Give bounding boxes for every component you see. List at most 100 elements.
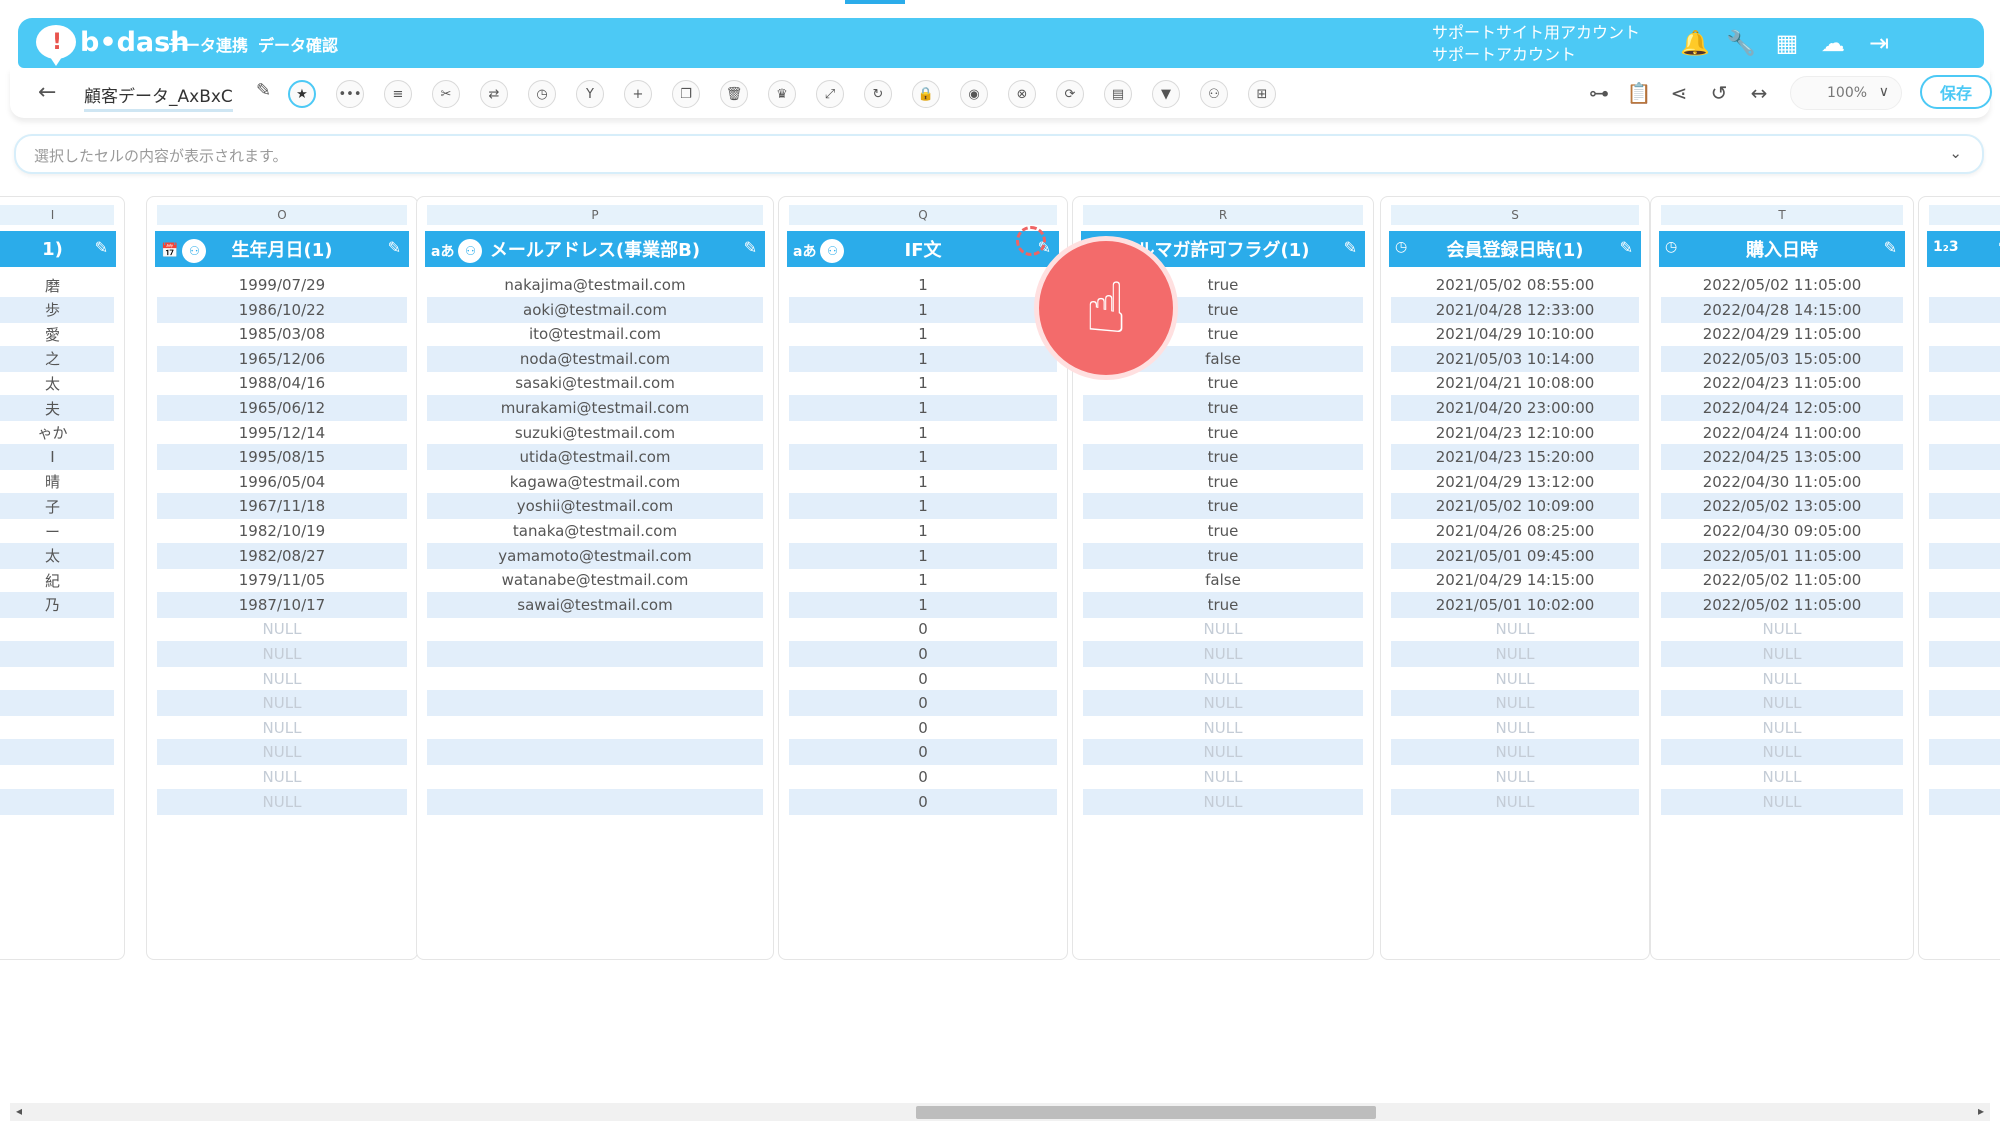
- table-cell[interactable]: 2022/04/30 11:05:00: [1661, 469, 1903, 495]
- table-cell[interactable]: NULL: [157, 739, 407, 766]
- table-cell[interactable]: true: [1083, 444, 1363, 471]
- table-cell[interactable]: [427, 616, 763, 642]
- table-cell[interactable]: NULL: [1661, 690, 1903, 717]
- table-cell[interactable]: 夫: [0, 395, 114, 421]
- table-cell[interactable]: true: [1083, 518, 1363, 544]
- table-cell[interactable]: [1929, 788, 2000, 815]
- table-cell[interactable]: 太: [0, 370, 114, 396]
- table-cell[interactable]: 1996/05/04: [157, 469, 407, 495]
- table-cell[interactable]: true: [1083, 420, 1363, 446]
- table-cell[interactable]: true: [1083, 591, 1363, 618]
- table-cell[interactable]: [0, 690, 114, 717]
- table-cell[interactable]: NULL: [1661, 641, 1903, 667]
- edit-pencil-icon[interactable]: ✎: [95, 238, 108, 257]
- table-cell[interactable]: 1995/12/14: [157, 420, 407, 446]
- table-cell[interactable]: [0, 739, 114, 766]
- table-cell[interactable]: [0, 788, 114, 815]
- table-cell[interactable]: NULL: [1661, 739, 1903, 766]
- nav-data-check[interactable]: データ確認: [258, 32, 338, 56]
- branch-icon[interactable]: Y: [576, 80, 604, 108]
- table-cell[interactable]: watanabe@testmail.com: [427, 567, 763, 593]
- star-icon[interactable]: ★: [288, 80, 316, 108]
- table-cell[interactable]: 之: [0, 345, 114, 372]
- table-cell[interactable]: 太: [0, 542, 114, 569]
- table-cell[interactable]: NULL: [1661, 788, 1903, 815]
- delete-icon[interactable]: 🗑: [720, 80, 748, 108]
- sync-icon[interactable]: ⟳: [1056, 80, 1084, 108]
- group-icon[interactable]: ⚇: [1200, 80, 1228, 108]
- table-cell[interactable]: utida@testmail.com: [427, 444, 763, 471]
- table-cell[interactable]: 2022/04/28 14:15:00: [1661, 296, 1903, 323]
- table-cell[interactable]: 1: [789, 469, 1057, 495]
- table-cell[interactable]: NULL: [1083, 616, 1363, 642]
- table-cell[interactable]: 1982/08/27: [157, 542, 407, 569]
- table-cell[interactable]: NULL: [1391, 788, 1639, 815]
- flow-icon[interactable]: ⊶: [1586, 80, 1612, 106]
- table-cell[interactable]: 1967/11/18: [157, 493, 407, 520]
- nav-data-integration[interactable]: データ連携: [168, 32, 248, 56]
- zoom-select[interactable]: 100% ∨: [1790, 76, 1902, 110]
- logo[interactable]: ! b•dash: [36, 22, 189, 66]
- repeat-icon[interactable]: ↻: [864, 80, 892, 108]
- table-cell[interactable]: 1: [789, 591, 1057, 618]
- table-cell[interactable]: NULL: [1661, 616, 1903, 642]
- table-cell[interactable]: 1: [789, 518, 1057, 544]
- bell-icon[interactable]: 🔔: [1678, 26, 1712, 60]
- cancel-circle-icon[interactable]: ⊗: [1008, 80, 1036, 108]
- table-cell[interactable]: NULL: [157, 764, 407, 790]
- table-cell[interactable]: 2022/05/02 11:05:00: [1661, 591, 1903, 618]
- table-cell[interactable]: 1982/10/19: [157, 518, 407, 544]
- table-cell[interactable]: NULL: [1391, 690, 1639, 717]
- table-cell[interactable]: aoki@testmail.com: [427, 296, 763, 323]
- table-cell[interactable]: 1965/06/12: [157, 395, 407, 421]
- scrollbar-thumb[interactable]: [916, 1106, 1376, 1119]
- table-cell[interactable]: 0: [789, 666, 1057, 692]
- add-icon[interactable]: +: [624, 80, 652, 108]
- table-cell[interactable]: [1929, 666, 2000, 692]
- column-header[interactable]: aあ ⚇ メールアドレス(事業部B) ✎: [425, 231, 765, 267]
- table-cell[interactable]: [1929, 715, 2000, 741]
- copy-icon[interactable]: ❐: [672, 80, 700, 108]
- table-cell[interactable]: [1929, 542, 2000, 569]
- table-cell[interactable]: 1: [789, 345, 1057, 372]
- table-cell[interactable]: 1979/11/05: [157, 567, 407, 593]
- table-cell[interactable]: 2022/05/01 11:05:00: [1661, 542, 1903, 569]
- table-cell[interactable]: NULL: [157, 690, 407, 717]
- table-cell[interactable]: 2021/05/01 09:45:00: [1391, 542, 1639, 569]
- account-info[interactable]: サポートサイト用アカウント サポートアカウント: [1432, 22, 1640, 66]
- edit-pencil-icon[interactable]: ✎: [388, 238, 401, 257]
- table-cell[interactable]: NULL: [157, 666, 407, 692]
- table-cell[interactable]: 1: [789, 321, 1057, 347]
- tools-icon[interactable]: ✂: [432, 80, 460, 108]
- table-cell[interactable]: NULL: [1083, 641, 1363, 667]
- table-cell[interactable]: [427, 788, 763, 815]
- table-cell[interactable]: 2021/04/29 13:12:00: [1391, 469, 1639, 495]
- table-cell[interactable]: NULL: [1083, 666, 1363, 692]
- table-cell[interactable]: [1929, 345, 2000, 372]
- table-cell[interactable]: false: [1083, 567, 1363, 593]
- share-icon[interactable]: ⋖: [1666, 80, 1692, 106]
- table-cell[interactable]: NULL: [1661, 764, 1903, 790]
- column-header[interactable]: 📅 ⚇ 生年月日(1) ✎: [155, 231, 409, 267]
- table-cell[interactable]: 1: [789, 272, 1057, 298]
- table-cell[interactable]: 0: [789, 715, 1057, 741]
- table-cell[interactable]: [427, 715, 763, 741]
- table-cell[interactable]: suzuki@testmail.com: [427, 420, 763, 446]
- cell-content-bar[interactable]: 選択したセルの内容が表示されます。 ⌄: [14, 134, 1984, 174]
- table-cell[interactable]: 1: [789, 493, 1057, 520]
- back-arrow-icon[interactable]: ←: [38, 80, 56, 105]
- table-cell[interactable]: 2021/05/02 10:09:00: [1391, 493, 1639, 520]
- table-cell[interactable]: [0, 641, 114, 667]
- table-cell[interactable]: 1995/08/15: [157, 444, 407, 471]
- table-cell[interactable]: ー: [0, 518, 114, 544]
- table-cell[interactable]: yamamoto@testmail.com: [427, 542, 763, 569]
- table-cell[interactable]: 2021/04/20 23:00:00: [1391, 395, 1639, 421]
- table-cell[interactable]: 0: [789, 641, 1057, 667]
- table-cell[interactable]: [1929, 591, 2000, 618]
- column-letter[interactable]: T: [1661, 205, 1903, 225]
- table-cell[interactable]: sasaki@testmail.com: [427, 370, 763, 396]
- table-cell[interactable]: [1929, 739, 2000, 766]
- form-icon[interactable]: ▤: [1104, 80, 1132, 108]
- column-letter[interactable]: I: [0, 205, 114, 225]
- table-cell[interactable]: 1965/12/06: [157, 345, 407, 372]
